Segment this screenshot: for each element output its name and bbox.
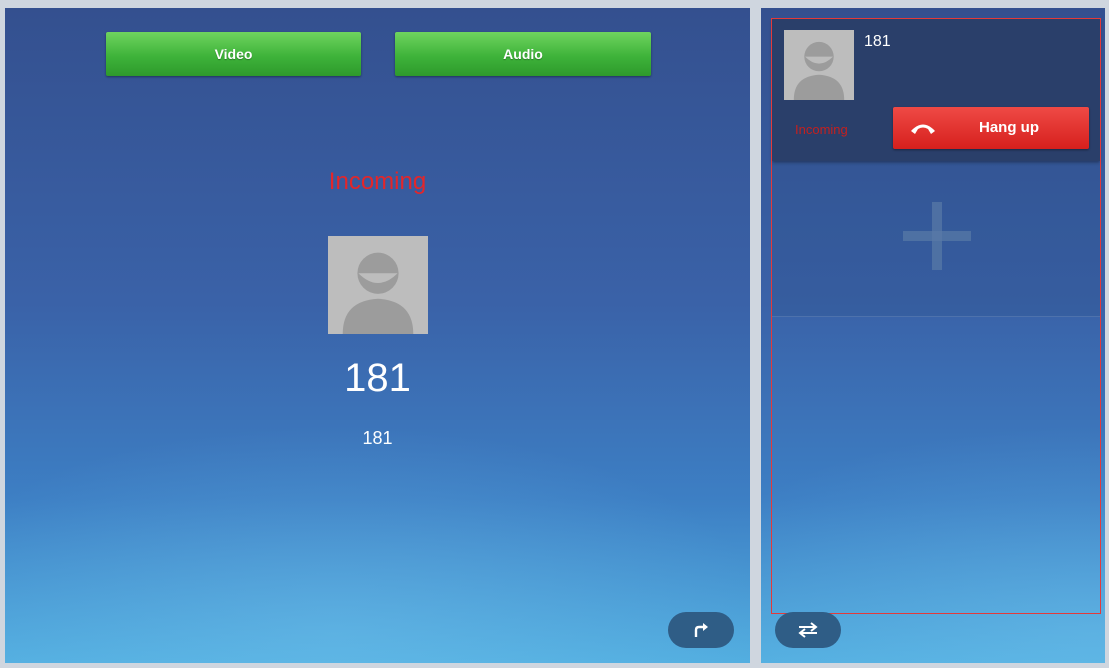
- video-answer-button[interactable]: Video: [106, 32, 361, 76]
- caller-number: 181: [362, 428, 393, 448]
- avatar-icon: [784, 30, 854, 100]
- video-label: Video: [214, 46, 253, 62]
- hang-up-label: Hang up: [979, 119, 1039, 136]
- transfer-button[interactable]: [668, 612, 734, 648]
- audio-answer-button[interactable]: Audio: [395, 32, 651, 76]
- hang-up-button[interactable]: Hang up: [893, 107, 1089, 149]
- call-status: Incoming: [328, 168, 427, 195]
- call-panel: Video Audio Incoming 181 181: [5, 8, 750, 663]
- plus-icon: [903, 202, 971, 270]
- card-call-status: Incoming: [795, 122, 848, 137]
- transfer-icon: [694, 623, 708, 637]
- call-card[interactable]: 181 Incoming Hang up: [772, 19, 1100, 161]
- audio-label: Audio: [503, 46, 543, 62]
- swap-icon: [798, 622, 818, 638]
- card-caller-name: 181: [864, 33, 891, 50]
- caller-name: 181: [344, 356, 411, 400]
- add-call-slot[interactable]: [772, 164, 1100, 317]
- swap-calls-button[interactable]: [775, 612, 841, 648]
- phone-hangup-icon: [911, 124, 935, 134]
- avatar-icon: [328, 236, 428, 334]
